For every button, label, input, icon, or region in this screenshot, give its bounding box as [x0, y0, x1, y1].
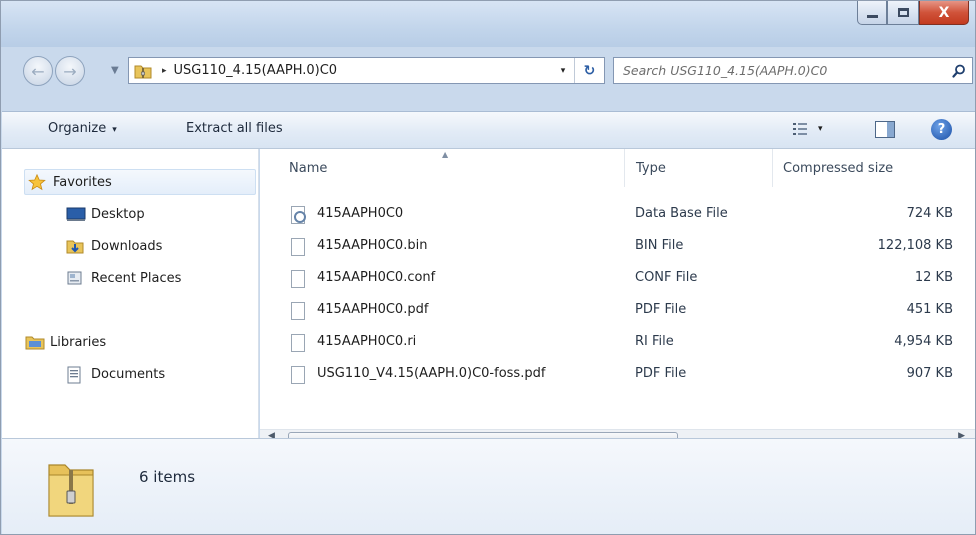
help-button[interactable]: ? [931, 119, 952, 140]
file-size: 122,108 KB [877, 238, 953, 253]
back-button[interactable]: ← [23, 56, 53, 86]
command-bar: Organize ▾ Extract all files ▾ ? [2, 111, 975, 149]
horizontal-scrollbar[interactable]: ◀ ▶ [260, 429, 975, 438]
view-details-icon [793, 123, 807, 135]
column-divider[interactable] [772, 149, 773, 187]
file-type: CONF File [635, 270, 698, 285]
sort-ascending-icon: ▲ [442, 150, 449, 159]
column-header-type[interactable]: Type [636, 161, 666, 176]
close-icon: X [938, 4, 950, 21]
extract-all-files-button[interactable]: Extract all files [186, 121, 283, 136]
zip-folder-icon [134, 62, 152, 80]
file-type: Data Base File [635, 206, 728, 221]
sidebar-item-label: Downloads [91, 238, 163, 254]
sidebar-item-label: Desktop [91, 206, 145, 222]
scroll-right-icon[interactable]: ▶ [958, 431, 965, 438]
address-history-dropdown[interactable]: ▾ [552, 66, 574, 76]
file-name: 415AAPH0C0.bin [317, 238, 428, 253]
downloads-folder-icon [66, 238, 84, 254]
back-arrow-icon: ← [31, 61, 45, 81]
file-row[interactable]: USG110_V4.15(AAPH.0)C0-foss.pdf PDF File… [260, 359, 975, 391]
libraries-icon [25, 334, 45, 350]
file-icon [291, 238, 305, 256]
item-count: 6 items [139, 468, 196, 486]
navigation-row: ← → ▼ ▸ USG110_4.15(AAPH.0)C0 ▾ ↻ [1, 51, 975, 91]
file-row[interactable]: 415AAPH0C0.pdf PDF File 451 KB [260, 295, 975, 327]
search-input[interactable] [623, 63, 946, 78]
file-icon [291, 334, 305, 352]
forward-button[interactable]: → [55, 56, 85, 86]
address-bar[interactable]: ▸ USG110_4.15(AAPH.0)C0 ▾ ↻ [128, 57, 605, 84]
details-pane: 6 items [2, 438, 975, 534]
recent-pages-dropdown[interactable]: ▼ [111, 65, 119, 76]
search-box[interactable] [613, 57, 973, 84]
refresh-button[interactable]: ↻ [574, 58, 604, 83]
maximize-button[interactable] [887, 1, 919, 25]
file-type: PDF File [635, 366, 687, 381]
chevron-down-icon: ▾ [818, 124, 823, 134]
column-headers: ▲ Name Type Compressed size [260, 149, 975, 187]
maximize-icon [897, 8, 909, 17]
breadcrumb-current-folder[interactable]: USG110_4.15(AAPH.0)C0 [174, 63, 552, 78]
column-divider[interactable] [624, 149, 625, 187]
file-type: BIN File [635, 238, 684, 253]
breadcrumb-separator-icon[interactable]: ▸ [162, 66, 167, 76]
file-icon [291, 302, 305, 320]
preview-pane-button[interactable] [875, 121, 895, 138]
zip-folder-icon [46, 457, 96, 519]
organize-label: Organize [48, 121, 107, 136]
title-bar[interactable]: X [1, 1, 975, 47]
documents-icon [66, 366, 84, 384]
file-icon [291, 270, 305, 288]
change-view-button[interactable]: ▾ [792, 121, 823, 137]
column-header-name[interactable]: Name [289, 161, 327, 176]
explorer-window: X ← → ▼ ▸ USG110_4.15(AAPH.0)C0 ▾ ↻ Sear… [0, 0, 976, 535]
forward-arrow-icon: → [63, 61, 77, 81]
file-size: 12 KB [914, 270, 953, 285]
file-name: 415AAPH0C0.pdf [317, 302, 429, 317]
organize-menu[interactable]: Organize ▾ [48, 121, 117, 136]
file-size: 907 KB [906, 366, 953, 381]
file-size: 4,954 KB [894, 334, 953, 349]
minimize-icon [866, 14, 878, 18]
window-controls: X [857, 1, 969, 29]
file-type: RI File [635, 334, 674, 349]
file-size: 451 KB [906, 302, 953, 317]
file-row[interactable]: 415AAPH0C0.conf CONF File 12 KB [260, 263, 975, 295]
file-row[interactable]: 415AAPH0C0 Data Base File 724 KB [260, 199, 975, 231]
sidebar-item-label: Documents [91, 366, 166, 382]
scroll-left-icon[interactable]: ◀ [268, 431, 275, 438]
desktop-icon [66, 206, 86, 222]
search-icon[interactable] [946, 64, 972, 78]
database-file-icon [291, 206, 306, 224]
sidebar-item-libraries[interactable]: Libraries [25, 329, 275, 355]
column-header-compressed-size[interactable]: Compressed size [783, 161, 893, 176]
minimize-button[interactable] [857, 1, 887, 25]
file-list: ▲ Name Type Compressed size 415AAPH0C0 D… [260, 149, 975, 438]
sidebar-item-label: Favorites [53, 174, 112, 190]
sidebar-item-favorites[interactable]: Favorites [24, 169, 256, 195]
sidebar-item-label: Recent Places [91, 270, 182, 286]
chevron-down-icon: ▾ [112, 125, 117, 135]
file-type: PDF File [635, 302, 687, 317]
file-row[interactable]: 415AAPH0C0.bin BIN File 122,108 KB [260, 231, 975, 263]
navigation-pane: Favorites Desktop Downloads Recent Place… [2, 149, 259, 438]
file-name: 415AAPH0C0 [317, 206, 404, 221]
file-name: USG110_V4.15(AAPH.0)C0-foss.pdf [317, 366, 546, 381]
file-name: 415AAPH0C0.ri [317, 334, 417, 349]
recent-places-icon [66, 270, 84, 286]
file-name: 415AAPH0C0.conf [317, 270, 436, 285]
file-size: 724 KB [906, 206, 953, 221]
close-button[interactable]: X [919, 1, 969, 25]
star-icon [28, 173, 46, 191]
file-icon [291, 366, 305, 384]
file-row[interactable]: 415AAPH0C0.ri RI File 4,954 KB [260, 327, 975, 359]
sidebar-item-label: Libraries [50, 334, 107, 350]
